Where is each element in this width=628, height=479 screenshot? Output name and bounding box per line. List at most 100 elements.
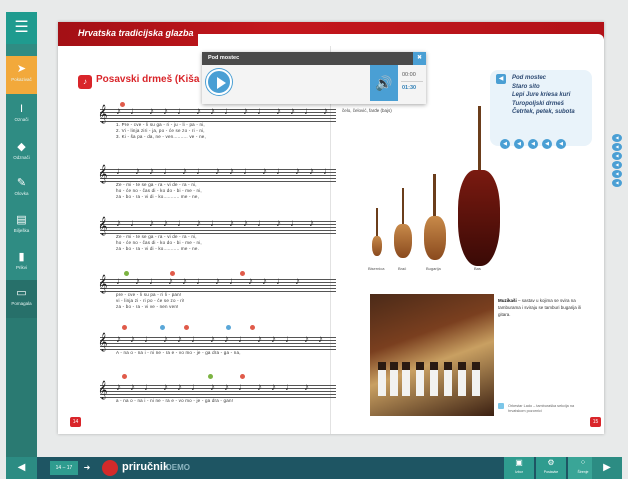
music-system-4: 𝄞 ♩♪♩♪♪♩♪♩♪♪♩♪ pre - cve - li su pa - ri… bbox=[98, 271, 336, 310]
lyric-line: za - bo - ra - vi di - ko........... me … bbox=[116, 246, 200, 251]
play-song-icon[interactable]: ◀ bbox=[500, 139, 510, 149]
play-button[interactable] bbox=[206, 69, 232, 95]
current-time: 00:00 bbox=[402, 72, 416, 78]
instrument-label: Bisernica bbox=[368, 266, 385, 271]
instrument-neck bbox=[478, 106, 481, 178]
player-header: Pod mostec bbox=[202, 52, 426, 65]
musician bbox=[472, 362, 480, 396]
instrument-neck bbox=[402, 188, 404, 228]
page-number-right: 15 bbox=[590, 417, 601, 427]
tool-pen-button[interactable]: ✎ Olovka bbox=[6, 170, 37, 208]
settings-button[interactable]: ⚙ Postavke bbox=[536, 457, 566, 479]
notes: ♪♩♪♪♩♪♪♩♪♩♪♪♩♪ bbox=[116, 106, 336, 117]
musician bbox=[402, 362, 410, 396]
music-staff: 𝄞 ♪♩♪♪♩♪♪♩♪♩♪♪♩♪ bbox=[98, 106, 336, 123]
selection-button[interactable]: ▣ Izbor bbox=[504, 457, 534, 479]
instrument-label: Brač bbox=[398, 266, 407, 271]
tool-aids-button[interactable]: ▭ Pomagala bbox=[6, 280, 37, 318]
eraser-icon: ◆ bbox=[17, 141, 26, 153]
audio-tab-icon[interactable]: ◀ bbox=[612, 143, 622, 151]
hamburger-icon[interactable]: ☰ bbox=[6, 12, 37, 44]
song-list-panel: ◀ Pod mostec Staro sito Lepi Jure kriesa… bbox=[490, 70, 592, 149]
tool-pin-button[interactable]: ▮ Prikvi bbox=[6, 244, 37, 282]
audio-tab-icon[interactable]: ◀ bbox=[612, 179, 622, 187]
instrument-neck bbox=[433, 174, 436, 222]
note-marker bbox=[208, 374, 213, 379]
song-list: Pod mostec Staro sito Lepi Jure kriesa k… bbox=[512, 74, 575, 117]
notes: ♩♪♩♪♪♩♪♩♪♪♩♪ bbox=[116, 276, 309, 287]
musician bbox=[416, 362, 424, 396]
music-system-3: 𝄞 ♪♩♪♪♩♪♩♪♪♩♪♩♪ Ze - mi - te se ga - ra … bbox=[98, 218, 336, 252]
audio-tab-icon[interactable]: ◀ bbox=[612, 134, 622, 142]
note-marker bbox=[122, 374, 127, 379]
lyric-line: 3. Ki - ša pa - da, ne - ven.......... v… bbox=[116, 134, 206, 139]
reader-app: ☰ ➤ Pokazivač I Označi ◆ Odznači ✎ Olovk… bbox=[0, 0, 628, 479]
treble-clef-icon: 𝄞 bbox=[98, 334, 108, 351]
music-staff: 𝄞 ♩♪♪♩♪♩♪♪♩♪♩♪♪♩ bbox=[98, 166, 336, 183]
notes: ♩♪♪♩♪♩♪♪♩♪♩♪♪♩ bbox=[116, 166, 336, 177]
left-toolbar: ☰ ➤ Pokazivač I Označi ◆ Odznači ✎ Olovk… bbox=[6, 12, 37, 457]
speaker-icon[interactable]: ◀ bbox=[496, 74, 506, 84]
play-song-icon[interactable]: ◀ bbox=[542, 139, 552, 149]
pin-icon: ▮ bbox=[18, 251, 25, 263]
note-marker bbox=[250, 325, 255, 330]
song-item[interactable]: Staro sito bbox=[512, 83, 575, 92]
note-icon: ▤ bbox=[16, 214, 27, 226]
play-song-icon[interactable]: ◀ bbox=[514, 139, 524, 149]
music-staff: 𝄞 ♪♩♪♪♩♪♩♪♪♩♪♩♪ bbox=[98, 218, 336, 235]
note-marker bbox=[122, 325, 127, 330]
previous-page-button[interactable]: ◀ bbox=[6, 457, 37, 479]
audio-tab-icon[interactable]: ◀ bbox=[612, 170, 622, 178]
volume-icon[interactable]: 🔊 bbox=[370, 65, 398, 101]
close-icon[interactable]: ✖ bbox=[413, 52, 426, 65]
song-title: Posavski drmeš (Kiša pa bbox=[96, 74, 214, 85]
song-item[interactable]: Lepi Jure kriesa kuri bbox=[512, 91, 575, 100]
notes: ♪♪♩♪♪♩♪♪♩♪♪♩♪♪ bbox=[116, 334, 332, 345]
song-item[interactable]: Pod mostec bbox=[512, 74, 575, 83]
tool-eraser-button[interactable]: ◆ Odznači bbox=[6, 134, 37, 172]
toolbox-icon: ▭ bbox=[16, 287, 27, 299]
musician bbox=[444, 362, 452, 396]
next-page-button[interactable]: ▶ bbox=[592, 457, 622, 479]
audio-tab-icon[interactable]: ◀ bbox=[612, 152, 622, 160]
musician bbox=[378, 362, 386, 396]
tool-highlight-button[interactable]: I Označi bbox=[6, 96, 37, 134]
audio-player: Pod mostec ✖ 🔊 00:00 01:30 bbox=[202, 52, 426, 104]
music-system-1: 𝄞 ♪♩♪♪♩♪♪♩♪♩♪♪♩♪ 1. Pre - cve - li su ga… bbox=[98, 102, 336, 140]
play-song-icon[interactable]: ◀ bbox=[528, 139, 538, 149]
tool-pointer-button[interactable]: ➤ Pokazivač bbox=[6, 56, 37, 94]
lyric-line: A - na o - na i - ni ne - ra e - vo mo -… bbox=[116, 350, 241, 355]
music-staff: 𝄞 ♪♪♩♪♪♩♪♪♩♪♪♩♪♪ bbox=[98, 334, 336, 351]
chapter-title: Hrvatska tradicijska glazba bbox=[78, 28, 194, 38]
go-to-page-icon[interactable]: ➜ bbox=[80, 461, 94, 475]
play-song-icon[interactable]: ◀ bbox=[556, 139, 566, 149]
song-item[interactable]: Turopoljski drmeš bbox=[512, 100, 575, 109]
musician bbox=[390, 362, 398, 396]
audio-tab-icon[interactable]: ◀ bbox=[612, 161, 622, 169]
music-staff: 𝄞 ♪♪♩♪♪♩♪♪♩♪♪♩♪ bbox=[98, 382, 336, 399]
song-play-buttons: ◀ ◀ ◀ ◀ ◀ bbox=[500, 132, 570, 150]
musician bbox=[430, 362, 438, 396]
tool-note-button[interactable]: ▤ Bilješka bbox=[6, 207, 37, 245]
page-number-left: 14 bbox=[70, 417, 81, 427]
lyric-line: za - bo - ra - vi ve - nen ven! bbox=[116, 304, 179, 309]
pointer-icon: ➤ bbox=[16, 63, 27, 75]
time-divider bbox=[401, 81, 423, 82]
edge-audio-tabs: ◀ ◀ ◀ ◀ ◀ ◀ bbox=[612, 134, 622, 188]
pen-icon: ✎ bbox=[16, 177, 27, 189]
text-cursor-icon: I bbox=[19, 103, 24, 115]
microphone-icon[interactable]: ♪ bbox=[78, 75, 92, 89]
treble-clef-icon: 𝄞 bbox=[98, 218, 108, 235]
page-range-input[interactable]: 14 – 17 bbox=[50, 461, 78, 475]
lyric-line: a - na o - na i - ni ne - ra e - vo mo -… bbox=[116, 398, 234, 403]
musician bbox=[458, 362, 466, 396]
bisernica-image bbox=[372, 236, 382, 256]
caption-icon bbox=[498, 403, 504, 409]
song-item[interactable]: Četrtek, petek, subota bbox=[512, 108, 575, 117]
treble-clef-icon: 𝄞 bbox=[98, 276, 108, 293]
photo-caption: Orkestar Lado – tamburaška sekcija na hr… bbox=[508, 404, 575, 413]
note-marker bbox=[240, 374, 245, 379]
note-marker bbox=[226, 325, 231, 330]
total-time: 01:30 bbox=[402, 85, 417, 91]
bottom-bar: ◀ 14 – 17 ➜ priručnik DEMO ▣ Izbor ⚙ Pos… bbox=[6, 457, 622, 479]
